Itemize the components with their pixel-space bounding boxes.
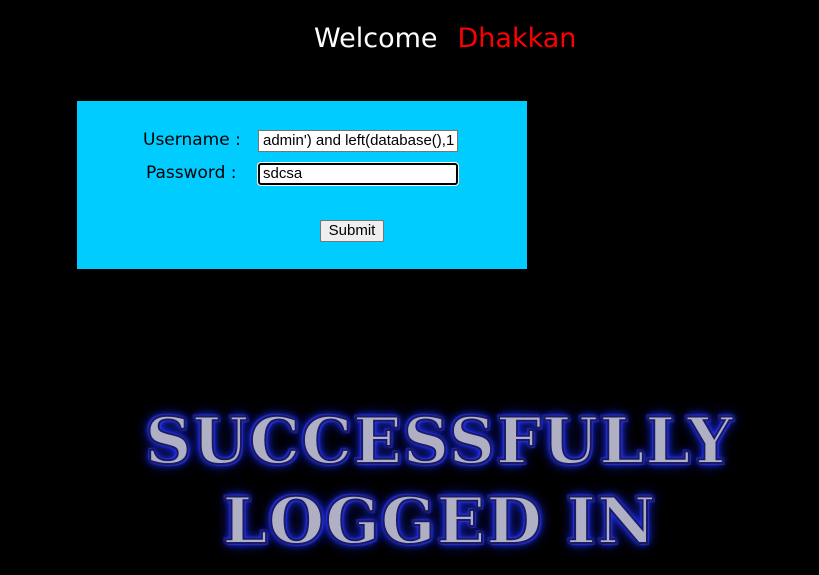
login-form: Username : admin') and left(database(),1… bbox=[77, 101, 527, 269]
username-label: Username : bbox=[143, 130, 241, 150]
success-banner-line1: SUCCESSFULLY bbox=[144, 403, 734, 480]
success-banner-line2: LOGGED IN bbox=[221, 483, 657, 560]
submit-button[interactable]: Submit bbox=[320, 220, 384, 242]
page: Welcome Dhakkan Username : admin') and le… bbox=[0, 0, 819, 575]
username-input[interactable]: admin') and left(database(),1 bbox=[258, 130, 458, 152]
welcome-text: Welcome bbox=[314, 23, 438, 54]
password-input[interactable]: sdcsa bbox=[258, 163, 458, 185]
welcome-heading: Welcome Dhakkan bbox=[314, 20, 576, 58]
password-label: Password : bbox=[146, 163, 237, 183]
user-name: Dhakkan bbox=[457, 23, 577, 54]
